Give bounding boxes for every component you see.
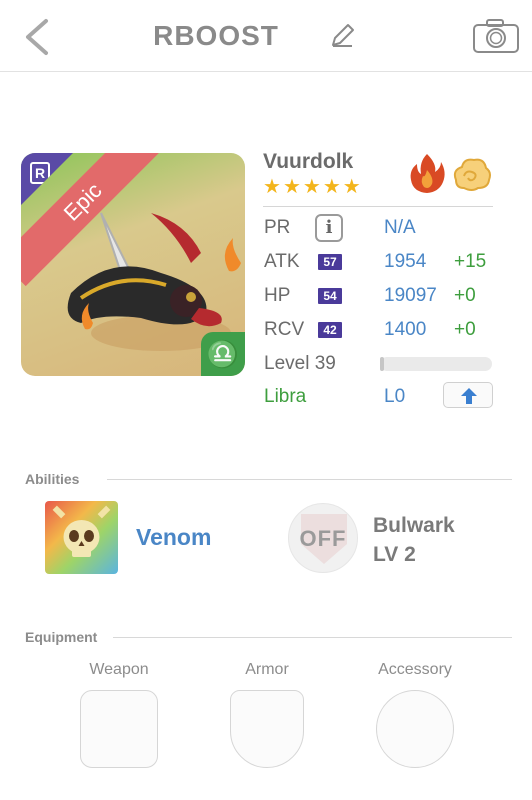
top-bar: RBOOST bbox=[0, 0, 532, 72]
atk-badge: 57 bbox=[318, 254, 342, 270]
libra-icon: ♎ bbox=[201, 332, 245, 376]
pencil-icon[interactable] bbox=[330, 22, 356, 48]
venom-ability-name[interactable]: Venom bbox=[136, 524, 211, 551]
weapon-slot-label: Weapon bbox=[89, 661, 149, 678]
rcv-label: RCV bbox=[264, 319, 305, 340]
bulwark-ability-name: Bulwark bbox=[373, 514, 455, 537]
camera-icon[interactable] bbox=[472, 18, 520, 54]
star-icon: ★ bbox=[342, 176, 361, 198]
monster-card[interactable]: Epic R ♎ bbox=[21, 153, 245, 376]
abilities-section-label: Abilities bbox=[25, 471, 80, 487]
pr-value: N/A bbox=[384, 217, 416, 238]
hp-value: 19097 bbox=[384, 285, 437, 306]
hp-badge: 54 bbox=[318, 288, 342, 304]
bulwark-ability-level: LV 2 bbox=[373, 543, 416, 566]
star-icon: ★ bbox=[322, 176, 341, 198]
hp-label: HP bbox=[264, 285, 291, 306]
star-icon: ★ bbox=[302, 176, 321, 198]
bulwark-ability-icon[interactable]: OFF bbox=[288, 503, 358, 573]
star-icon: ★ bbox=[263, 176, 281, 198]
page-title: RBOOST bbox=[153, 20, 279, 51]
venom-ability-icon[interactable] bbox=[45, 501, 118, 574]
zodiac-level: L0 bbox=[384, 386, 406, 407]
star-icon: ★ bbox=[282, 176, 301, 198]
pr-label: PR bbox=[264, 217, 291, 238]
armor-slot-label: Armor bbox=[245, 661, 289, 678]
fire-element-icon bbox=[410, 154, 445, 193]
star-rating: ★ ★ ★ ★ ★ bbox=[263, 177, 361, 197]
level-progress-fill bbox=[380, 357, 384, 371]
divider bbox=[113, 637, 512, 638]
rcv-bonus: +0 bbox=[454, 319, 476, 340]
upgrade-button[interactable] bbox=[443, 382, 493, 408]
rcv-badge: 42 bbox=[318, 322, 342, 338]
hp-bonus: +0 bbox=[454, 285, 476, 306]
monster-name: Vuurdolk bbox=[263, 150, 354, 173]
atk-label: ATK bbox=[264, 251, 300, 272]
divider bbox=[263, 206, 493, 207]
accessory-slot[interactable] bbox=[376, 690, 454, 768]
zodiac-label: Libra bbox=[264, 386, 307, 407]
atk-bonus: +15 bbox=[454, 251, 487, 272]
level-label: Level 39 bbox=[264, 353, 336, 374]
atk-value: 1954 bbox=[384, 251, 427, 272]
accessory-slot-label: Accessory bbox=[378, 661, 452, 678]
armor-slot[interactable] bbox=[230, 690, 304, 768]
rarity-badge-letter: R bbox=[30, 162, 50, 184]
skull-icon bbox=[45, 501, 118, 574]
ability-off-label: OFF bbox=[299, 526, 347, 551]
arrow-up-icon bbox=[461, 388, 477, 404]
info-icon[interactable]: i bbox=[315, 214, 343, 242]
level-progress-bar bbox=[380, 357, 492, 371]
weapon-slot[interactable] bbox=[80, 690, 158, 768]
equipment-section-label: Equipment bbox=[25, 629, 98, 645]
divider bbox=[107, 479, 512, 480]
rcv-value: 1400 bbox=[384, 319, 427, 340]
wind-element-icon bbox=[453, 158, 491, 191]
